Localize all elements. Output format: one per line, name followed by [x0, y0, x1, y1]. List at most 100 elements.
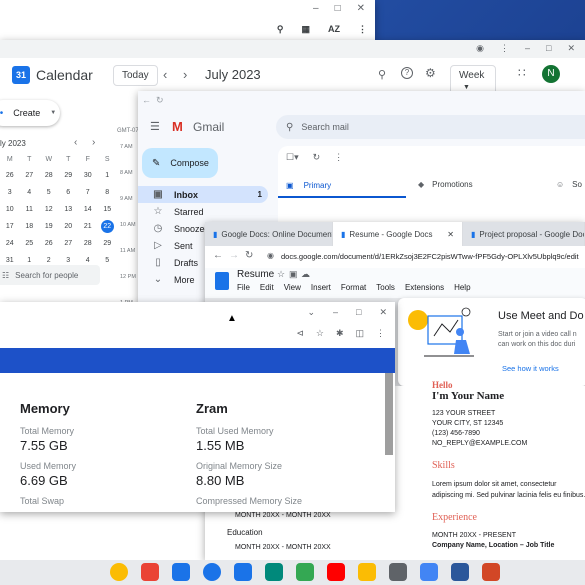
- menu-item-edit[interactable]: Edit: [260, 283, 274, 292]
- meet-link[interactable]: See how it works: [502, 364, 559, 373]
- close-tab-icon[interactable]: ✕: [447, 230, 454, 239]
- scrollbar[interactable]: [385, 373, 393, 455]
- mini-calendar-grid[interactable]: MTWTFS 26 27 28 29 30 1 3 4 5 6 7 8 10 11 12 13 14 15 17 18…: [0, 152, 117, 269]
- close-icon[interactable]: ✕: [567, 43, 575, 54]
- calendar-day[interactable]: 11: [20, 201, 40, 218]
- extensions-icon[interactable]: ✱: [336, 328, 344, 339]
- calendar-day[interactable]: 29: [98, 235, 118, 252]
- calendar-day[interactable]: 5: [98, 252, 118, 269]
- close-icon[interactable]: ✕: [379, 307, 387, 318]
- close-icon[interactable]: ✕: [357, 3, 365, 14]
- qr-icon[interactable]: ▦: [301, 24, 310, 35]
- meet-popup[interactable]: Use Meet and Do Start or join a video ca…: [398, 298, 585, 386]
- meet-icon[interactable]: [265, 563, 283, 581]
- more-icon[interactable]: ⋮: [334, 152, 343, 163]
- tab-primary[interactable]: ▣ Primary: [278, 174, 406, 198]
- calendar-day[interactable]: 28: [78, 235, 98, 252]
- menu-item-file[interactable]: File: [237, 283, 250, 292]
- sidepanel-icon[interactable]: ◫: [355, 328, 364, 339]
- calendar-day[interactable]: 18: [20, 218, 40, 235]
- memory-window[interactable]: ▲ ⌄ – □ ✕ ⊲ ☆ ✱ ◫ ⋮ Memory Total Memory …: [0, 302, 395, 512]
- search-icon[interactable]: ⚲: [277, 24, 284, 35]
- az-icon[interactable]: AZ: [328, 24, 340, 35]
- gmail-icon[interactable]: [141, 563, 159, 581]
- calendar-day[interactable]: 12: [39, 201, 59, 218]
- browser-tab-active[interactable]: ▮ Resume - Google Docs ✕: [333, 222, 463, 246]
- browser-tab[interactable]: ▮ Google Docs: Online Document E: [205, 222, 333, 246]
- maximize-icon[interactable]: □: [335, 3, 341, 14]
- calendar-day[interactable]: 19: [39, 218, 59, 235]
- reload-icon[interactable]: ↻: [245, 250, 253, 261]
- calendar-day[interactable]: 28: [39, 167, 59, 184]
- refresh-icon[interactable]: ↻: [313, 152, 321, 163]
- calendar-day[interactable]: 20: [59, 218, 79, 235]
- calendar-day[interactable]: 4: [20, 184, 40, 201]
- messages-icon[interactable]: [234, 563, 252, 581]
- search-people-box[interactable]: ☷ Search for people: [0, 265, 100, 285]
- menu-item-format[interactable]: Format: [341, 283, 366, 292]
- sidebar-item-starred[interactable]: ☆ Starred: [138, 203, 268, 220]
- create-button[interactable]: • Create ▼: [0, 100, 60, 126]
- star-icon[interactable]: ☆: [316, 328, 324, 339]
- forward-icon[interactable]: →: [229, 250, 239, 261]
- next-icon[interactable]: ›: [183, 67, 187, 82]
- menu-item-tools[interactable]: Tools: [376, 283, 395, 292]
- word-icon[interactable]: [451, 563, 469, 581]
- shelf-apps[interactable]: [110, 563, 500, 581]
- back-window[interactable]: – □ ✕ ⚲ ▦ AZ ⋮: [0, 0, 375, 40]
- calendar-day[interactable]: 3: [0, 184, 20, 201]
- calendar-day[interactable]: 10: [0, 201, 20, 218]
- menu-item-extensions[interactable]: Extensions: [405, 283, 444, 292]
- calendar-day[interactable]: 1: [98, 167, 118, 184]
- back-icon[interactable]: ←: [213, 250, 223, 261]
- calendar-day[interactable]: 29: [59, 167, 79, 184]
- mini-next-icon[interactable]: ›: [92, 137, 95, 148]
- help-icon[interactable]: ?: [401, 67, 413, 79]
- avatar[interactable]: N: [542, 65, 560, 83]
- calendar-day[interactable]: 7: [78, 184, 98, 201]
- sidebar-item-inbox[interactable]: ▣ Inbox 1: [138, 186, 268, 203]
- calendar-day[interactable]: 21: [78, 218, 98, 235]
- calendar-day[interactable]: 27: [20, 167, 40, 184]
- minimize-icon[interactable]: –: [313, 3, 319, 14]
- ppt-icon[interactable]: [482, 563, 500, 581]
- calendar-day[interactable]: 22: [98, 218, 118, 235]
- star-icon[interactable]: ☆: [277, 269, 285, 280]
- tab-strip[interactable]: ▮ Google Docs: Online Document E ▮ Resum…: [205, 222, 585, 246]
- chevron-down-icon[interactable]: ⌄: [307, 307, 315, 318]
- calendar-day[interactable]: 15: [98, 201, 118, 218]
- today-button[interactable]: Today: [113, 65, 158, 86]
- calendar-day[interactable]: 27: [59, 235, 79, 252]
- menu-item-insert[interactable]: Insert: [311, 283, 331, 292]
- prev-icon[interactable]: ‹: [163, 67, 167, 82]
- selected-day[interactable]: 22: [100, 220, 114, 233]
- minimize-icon[interactable]: –: [525, 43, 530, 54]
- menu-icon[interactable]: ☰: [150, 120, 160, 133]
- reload-icon[interactable]: ↻: [156, 95, 164, 106]
- cloud-icon[interactable]: ☁: [301, 269, 310, 280]
- calendar-day[interactable]: 26: [39, 235, 59, 252]
- play-icon[interactable]: [296, 563, 314, 581]
- maximize-icon[interactable]: □: [356, 307, 361, 318]
- calendar-day[interactable]: 13: [59, 201, 79, 218]
- apps-grid-icon[interactable]: ∷: [518, 66, 526, 80]
- share-icon[interactable]: ⊲: [296, 328, 304, 339]
- calendar-day[interactable]: 8: [98, 184, 118, 201]
- compose-button[interactable]: ✎ Compose: [142, 148, 218, 178]
- browser-tab[interactable]: ▮ Project proposal - Google Docs: [463, 222, 585, 246]
- minimize-icon[interactable]: –: [333, 307, 338, 318]
- mini-prev-icon[interactable]: ‹: [74, 137, 77, 148]
- settings-icon[interactable]: [389, 563, 407, 581]
- more-icon[interactable]: ⋮: [358, 24, 367, 35]
- calendar-day[interactable]: 17: [0, 218, 20, 235]
- calendar-day[interactable]: 6: [59, 184, 79, 201]
- folder-icon[interactable]: ▣: [289, 269, 298, 280]
- calendar-day[interactable]: 25: [20, 235, 40, 252]
- more-icon[interactable]: ⋮: [376, 328, 385, 339]
- tab-promotions[interactable]: ◆ Promotions: [418, 180, 473, 189]
- back-icon[interactable]: ←: [142, 95, 151, 105]
- settings-dot-icon[interactable]: ◉: [476, 43, 484, 54]
- doc-title[interactable]: Resume: [237, 269, 274, 280]
- maximize-icon[interactable]: □: [546, 43, 551, 54]
- calendar-icon[interactable]: [172, 563, 190, 581]
